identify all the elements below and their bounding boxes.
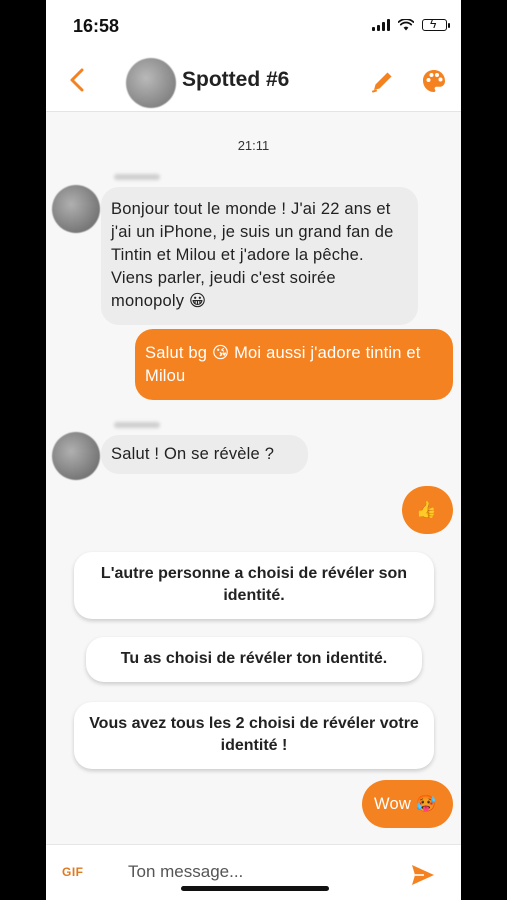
system-message: L'autre personne a choisi de révéler son… [74,552,434,619]
outgoing-message: Wow 🥵 [362,780,453,828]
outgoing-message: Salut bg 😘 Moi aussi j'adore tintin et M… [135,329,453,400]
pencil-icon[interactable] [370,68,396,94]
send-icon[interactable] [410,863,436,887]
incoming-message: Salut ! On se révèle ? [101,435,308,474]
incoming-message: Bonjour tout le monde ! J'ai 22 ans et j… [101,187,418,325]
chat-header: Spotted #6 [46,52,461,112]
wifi-icon [398,19,414,31]
gif-button[interactable]: GIF [62,865,84,879]
message-input-bar: GIF [46,844,461,900]
system-message: Tu as choisi de révéler ton identité. [86,637,422,682]
status-time: 16:58 [73,16,120,36]
home-indicator [181,886,329,891]
chat-timestamp: 21:11 [237,138,270,153]
phone-screen: 16:58 ϟ Spotted #6 21:11 Bonjour tout le… [46,0,461,900]
battery-icon: ϟ [422,17,450,31]
status-icons: ϟ [372,17,450,31]
contact-avatar[interactable] [126,58,176,108]
sender-avatar[interactable] [52,185,100,233]
outgoing-message: 👍 [402,486,453,534]
sender-name-blurred [114,174,160,180]
signal-icon [372,19,390,31]
palette-icon[interactable] [420,67,448,95]
status-bar: 16:58 ϟ [46,0,461,52]
chat-title: Spotted #6 [182,68,290,91]
sender-avatar[interactable] [52,432,100,480]
system-message: Vous avez tous les 2 choisi de révéler v… [74,702,434,769]
back-chevron-icon[interactable] [64,66,92,94]
message-input[interactable] [106,855,376,889]
sender-name-blurred [114,422,160,428]
